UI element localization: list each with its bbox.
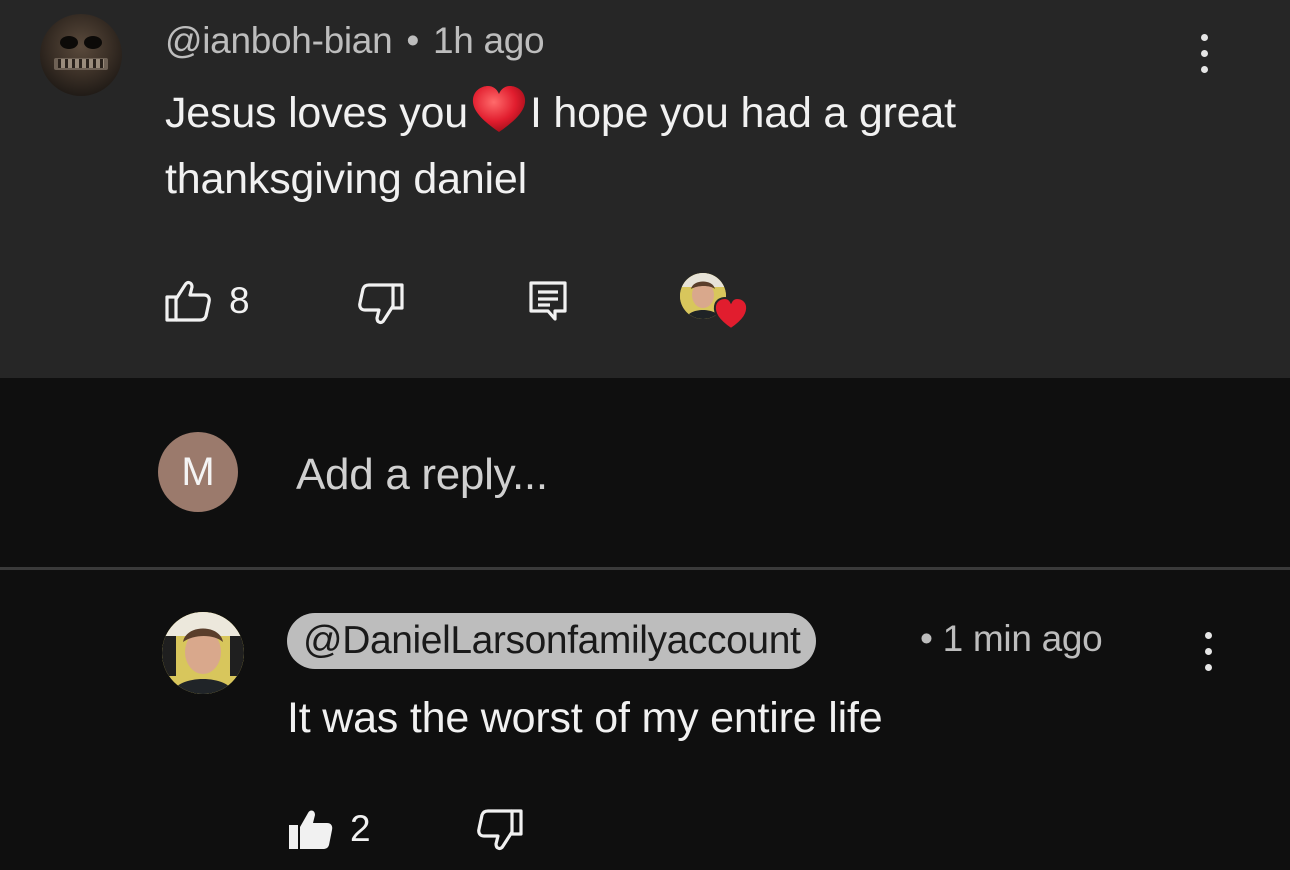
avatar-eye-right — [84, 36, 102, 49]
comment-text-line2: thanksgiving daniel — [165, 155, 527, 203]
user-avatar-letter: M — [181, 449, 215, 494]
reply-text: It was the worst of my entire life — [287, 694, 883, 742]
comment-time: 1h ago — [432, 20, 545, 61]
comment-text: Jesus loves you I hope you had a great th… — [165, 80, 1165, 212]
creator-heart-icon — [713, 296, 749, 331]
reply-more-options-button[interactable] — [1194, 630, 1224, 675]
reply-comment-icon[interactable] — [528, 280, 568, 322]
reply-meta: • 1 min ago — [920, 618, 1103, 660]
more-vertical-icon-dot — [1205, 664, 1212, 671]
more-vertical-icon-dot — [1201, 66, 1208, 73]
reply-author-chip[interactable]: @DanielLarsonfamilyaccount — [287, 613, 817, 669]
divider — [0, 567, 1290, 570]
reply-author-avatar[interactable] — [162, 612, 244, 694]
reply-author-avatar-image — [162, 612, 244, 694]
like-count: 8 — [229, 280, 250, 321]
thumbs-up-icon[interactable] — [165, 279, 215, 323]
comment-text-part2: I hope you had a great — [529, 89, 956, 137]
meta-separator: • — [406, 20, 419, 61]
comment-text-part1: Jesus loves you — [165, 89, 468, 137]
thumbs-up-filled-icon[interactable] — [287, 807, 337, 851]
user-avatar[interactable]: M — [158, 432, 238, 512]
commenter-avatar[interactable] — [40, 14, 122, 96]
more-options-button[interactable] — [1190, 32, 1220, 77]
more-vertical-icon-dot — [1201, 50, 1208, 57]
more-vertical-icon — [1205, 632, 1212, 639]
comment-author[interactable]: @ianboh-bian — [165, 20, 393, 61]
comment-meta: @ianboh-bian • 1h ago — [165, 20, 545, 62]
more-vertical-icon — [1201, 34, 1208, 41]
add-reply-input[interactable]: Add a reply... — [296, 450, 548, 500]
more-vertical-icon-dot — [1205, 648, 1212, 655]
avatar-eye-left — [60, 36, 78, 49]
thumbs-down-icon[interactable] — [354, 282, 404, 326]
reply-like-count: 2 — [350, 808, 371, 849]
avatar-teeth — [58, 59, 104, 68]
thumbs-down-icon[interactable] — [473, 808, 523, 852]
heart-emoji-icon — [472, 86, 526, 132]
reply-time: 1 min ago — [942, 618, 1103, 659]
meta-separator: • — [920, 618, 933, 659]
